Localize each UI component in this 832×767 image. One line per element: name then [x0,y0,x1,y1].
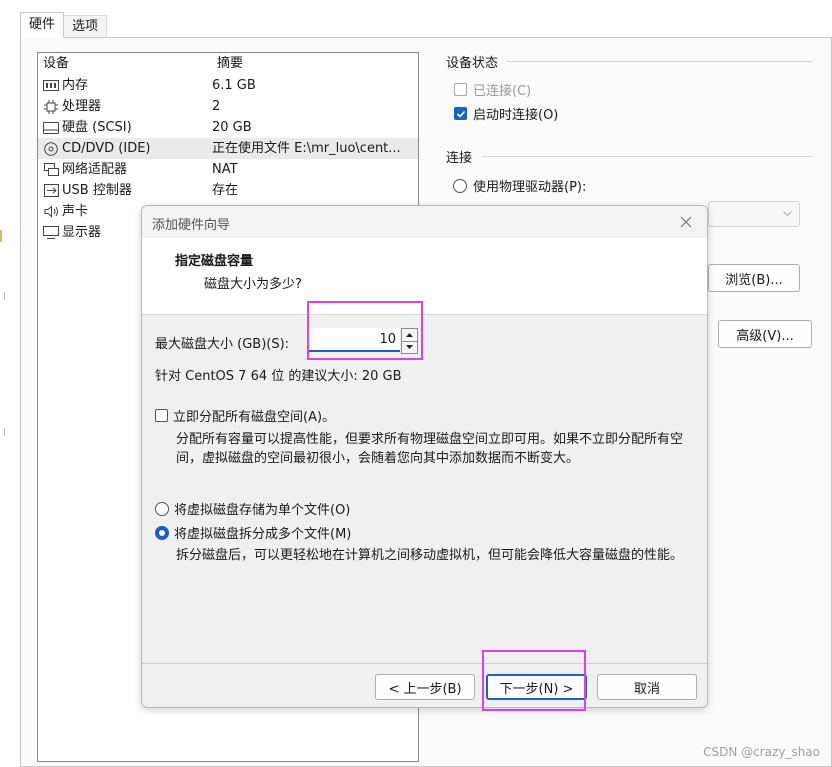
chevron-down-icon [783,211,792,217]
dialog-subheading: 磁盘大小为多少? [204,277,302,292]
connect-on-boot-checkbox[interactable] [454,107,467,120]
memory-icon [42,79,60,93]
column-header-summary[interactable]: 摘要 [217,53,418,75]
device-name: 内存 [62,78,89,93]
device-row-processor[interactable]: 处理器 2 [38,96,418,117]
connect-on-boot-label: 启动时连接(O) [473,108,559,123]
device-name: USB 控制器 [62,183,132,198]
allocate-now-checkbox[interactable] [155,409,168,422]
close-icon[interactable] [677,213,695,231]
dialog-titlebar[interactable]: 添加硬件向导 [142,206,707,238]
allocate-now-description: 分配所有容量可以提高性能，但要求所有物理磁盘空间立即可用。如果不立即分配所有空间… [176,432,684,466]
device-status-title: 设备状态 [446,56,499,71]
connected-label: 已连接(C) [473,84,532,99]
device-summary: 2 [212,99,221,114]
triangle-up-icon [406,332,413,337]
tab-strip: 硬件 选项 [20,12,108,38]
back-button[interactable]: < 上一步(B) [375,674,475,700]
single-file-radio[interactable] [155,501,169,516]
group-divider [482,156,812,157]
connected-row[interactable]: 已连接(C) [454,80,531,99]
column-header-device[interactable]: 设备 [43,53,217,75]
recommended-size-text: 针对 CentOS 7 64 位 的建议大小: 20 GB [155,369,402,384]
device-row-cd-dvd[interactable]: CD/DVD (IDE) 正在使用文件 E:\mr_luo\cent... [38,138,418,159]
allocate-now-row[interactable]: 立即分配所有磁盘空间(A)。 [155,406,335,425]
triangle-down-icon [406,345,413,350]
device-name: CD/DVD (IDE) [62,141,151,156]
spin-down-button[interactable] [401,341,418,354]
hard-disk-icon [42,121,60,135]
split-files-row[interactable]: 将虚拟磁盘拆分成多个文件(M) [155,523,351,542]
split-files-label: 将虚拟磁盘拆分成多个文件(M) [174,527,352,542]
add-hardware-wizard-dialog: 添加硬件向导 指定磁盘容量 磁盘大小为多少? 最大磁盘大小 (GB)(S): 针… [141,205,708,708]
device-summary: 6.1 GB [212,78,256,93]
cancel-button[interactable]: 取消 [597,674,697,700]
cd-dvd-icon [42,141,60,156]
physical-drive-select[interactable] [708,201,800,227]
dialog-heading: 指定磁盘容量 [175,254,254,269]
advanced-button[interactable]: 高级(V)... [718,320,812,348]
network-adapter-icon [42,163,60,177]
tab-options[interactable]: 选项 [64,15,108,38]
dialog-footer: < 上一步(B) 下一步(N) > 取消 [142,663,707,707]
connected-checkbox[interactable] [454,83,467,96]
single-file-row[interactable]: 将虚拟磁盘存储为单个文件(O) [155,499,350,518]
checkmark-icon [456,110,465,118]
device-name: 硬盘 (SCSI) [62,120,132,135]
processor-icon [42,99,60,114]
device-row-memory[interactable]: 内存 6.1 GB [38,75,418,96]
spin-up-button[interactable] [401,328,418,342]
next-button[interactable]: 下一步(N) > [486,674,587,700]
browse-button[interactable]: 浏览(B)... [708,264,800,292]
group-divider [506,61,812,62]
device-name: 显示器 [62,225,102,240]
display-icon [42,226,60,240]
device-name: 处理器 [62,99,102,114]
max-size-input[interactable] [307,328,400,352]
dialog-body: 最大磁盘大小 (GB)(S): 针对 CentOS 7 64 位 的建议大小: … [142,315,707,663]
device-summary: NAT [212,162,238,177]
edge-tick [4,292,5,300]
device-summary: 20 GB [212,120,252,135]
vm-settings-window: 硬件 选项 设备 摘要 内存 6.1 GB 处理器 2 硬盘 (SCSI) 20… [0,0,832,767]
device-list-header: 设备 摘要 [38,53,418,75]
dialog-title: 添加硬件向导 [152,218,231,233]
device-row-hard-disk[interactable]: 硬盘 (SCSI) 20 GB [38,117,418,138]
device-name: 声卡 [62,204,89,219]
edge-marker [0,230,2,242]
sound-card-icon [42,205,60,219]
device-row-network-adapter[interactable]: 网络适配器 NAT [38,159,418,180]
connect-on-boot-row[interactable]: 启动时连接(O) [454,104,558,123]
physical-drive-label: 使用物理驱动器(P): [473,180,587,195]
usb-controller-icon [42,184,60,198]
split-files-description: 拆分磁盘后，可以更轻松地在计算机之间移动虚拟机，但可能会降低大容量磁盘的性能。 [176,548,684,563]
edge-tick [4,428,5,436]
device-row-usb-controller[interactable]: USB 控制器 存在 [38,180,418,201]
max-size-label: 最大磁盘大小 (GB)(S): [155,337,290,352]
device-name: 网络适配器 [62,162,128,177]
allocate-now-label: 立即分配所有磁盘空间(A)。 [173,410,336,425]
device-summary: 正在使用文件 E:\mr_luo\cent... [212,141,401,156]
tab-hardware[interactable]: 硬件 [20,12,65,38]
device-summary: 存在 [212,183,239,198]
max-size-spinner[interactable] [401,328,418,354]
physical-drive-row[interactable]: 使用物理驱动器(P): [453,176,586,195]
watermark: CSDN @crazy_shao [703,745,820,759]
split-files-radio[interactable] [155,525,169,540]
single-file-label: 将虚拟磁盘存储为单个文件(O) [174,503,351,518]
physical-drive-radio[interactable] [453,178,467,193]
dialog-header: 指定磁盘容量 磁盘大小为多少? [142,238,707,315]
connection-title: 连接 [446,151,473,166]
